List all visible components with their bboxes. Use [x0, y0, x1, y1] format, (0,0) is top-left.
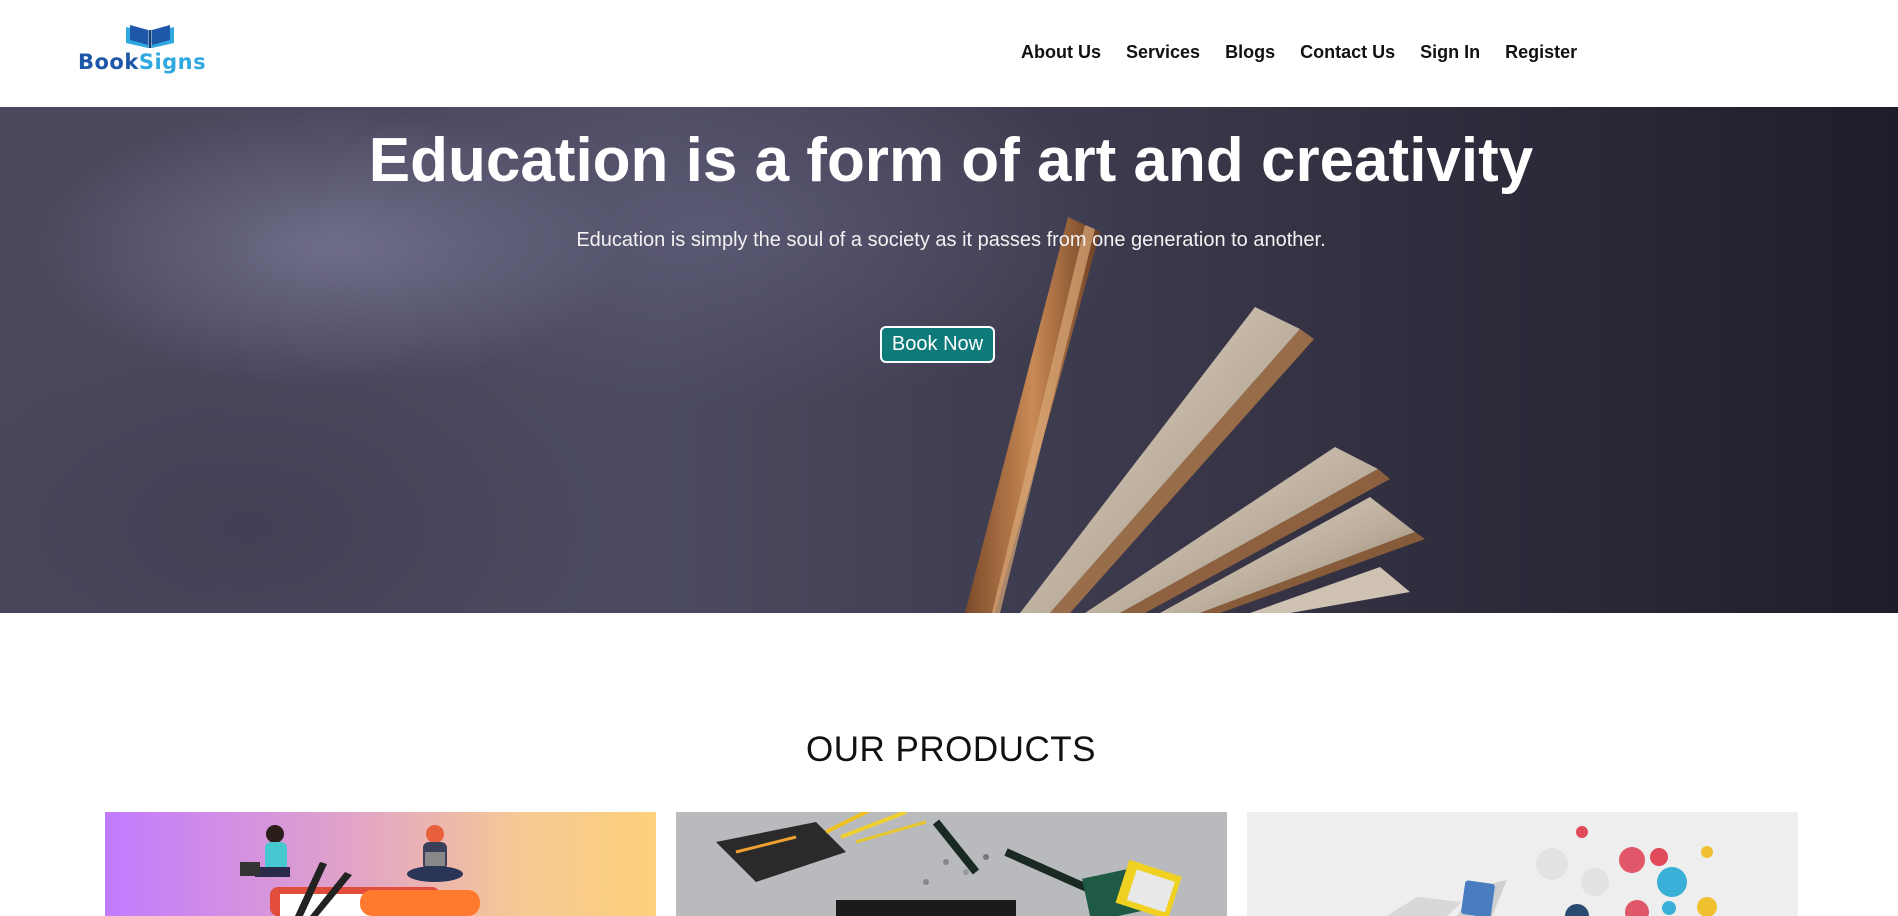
nav-register[interactable]: Register: [1505, 42, 1577, 63]
hero-title: Education is a form of art and creativit…: [368, 126, 1534, 195]
main-nav: About Us Services Blogs Contact Us Sign …: [1021, 42, 1577, 63]
hero-banner: Education is a form of art and creativit…: [0, 107, 1898, 613]
brand-name: BookSigns: [78, 50, 207, 74]
robot-arm-electronics-photo: [676, 812, 1227, 916]
product-card-2[interactable]: [676, 812, 1227, 916]
brand-logo[interactable]: BookSigns: [78, 24, 222, 74]
product-card-1[interactable]: [105, 812, 656, 916]
nav-services[interactable]: Services: [1126, 42, 1200, 63]
hero-subtitle: Education is simply the soul of a societ…: [576, 229, 1326, 251]
people-on-books-illustration: [240, 825, 480, 916]
product-card-3[interactable]: [1247, 812, 1798, 916]
products-section-title: OUR PRODUCTS: [806, 730, 1096, 769]
nav-about-us[interactable]: About Us: [1021, 42, 1101, 63]
site-header: BookSigns About Us Services Blogs Contac…: [0, 0, 1898, 107]
book-now-button[interactable]: Book Now: [880, 326, 995, 363]
nav-blogs[interactable]: Blogs: [1225, 42, 1275, 63]
tablet-app-icons-illustration: [1247, 812, 1798, 916]
open-book-icon: [126, 25, 174, 48]
nav-sign-in[interactable]: Sign In: [1420, 42, 1480, 63]
nav-contact-us[interactable]: Contact Us: [1300, 42, 1395, 63]
